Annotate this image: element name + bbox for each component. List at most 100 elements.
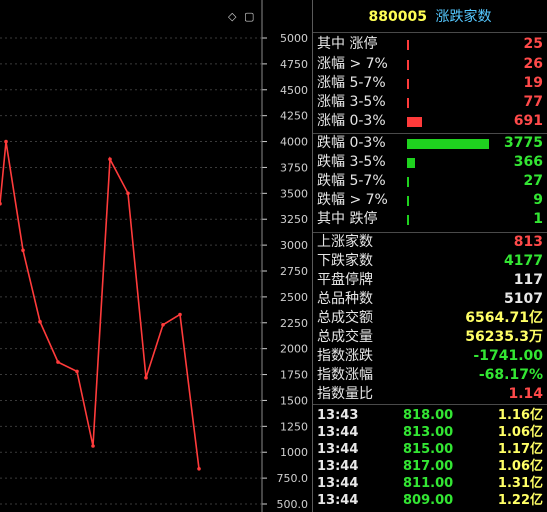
stat-label: 跌幅 5-7% [317, 173, 386, 189]
stat-row: 跌幅 0-3% 3775 [317, 134, 545, 153]
stat-row: 涨幅 > 7% 26 [317, 55, 545, 74]
tick-price: 818.00 [403, 408, 454, 423]
data-point [56, 360, 60, 364]
y-tick-label: 4000 [280, 136, 308, 149]
stat-value: 26 [523, 56, 543, 72]
separator [313, 32, 547, 33]
stat-label: 跌幅 0-3% [317, 135, 386, 151]
stat-value: 27 [523, 173, 543, 189]
summary-row: 总成交量 56235.3万 [317, 328, 545, 347]
index-code: 880005 [368, 9, 427, 25]
summary-value: -68.17% [478, 367, 543, 383]
stat-label: 其中 涨停 [317, 36, 378, 52]
summary-label: 平盘停牌 [317, 272, 373, 288]
stat-value: 9 [533, 192, 543, 208]
tick-amount: 1.06亿 [497, 425, 543, 440]
data-point [75, 369, 79, 374]
data-point [126, 191, 130, 196]
tick-row: 13:44 809.00 1.22亿 [317, 492, 545, 510]
stat-value: 25 [523, 36, 543, 52]
chart-toolbar-icons: ◇ ▢ [228, 10, 254, 23]
y-tick-label: 2750 [280, 265, 308, 278]
stat-label: 其中 跌停 [317, 211, 378, 227]
stat-bar [407, 117, 422, 127]
y-tick-label: 1250 [280, 420, 308, 433]
stat-value: 366 [513, 154, 543, 170]
tick-row: 13:44 811.00 1.31亿 [317, 475, 545, 493]
stat-row: 涨幅 5-7% 19 [317, 74, 545, 93]
stat-label: 涨幅 0-3% [317, 113, 386, 129]
data-point [38, 319, 42, 324]
summary-row: 下跌家数 4177 [317, 252, 545, 271]
tick-time: 13:44 [317, 459, 359, 474]
diamond-icon[interactable]: ◇ [228, 10, 236, 23]
summary-label: 总品种数 [317, 291, 373, 307]
stat-bar [407, 98, 409, 108]
y-tick-label: 5000 [280, 32, 308, 45]
stat-value: 1 [533, 211, 543, 227]
series-line [0, 141, 200, 469]
summary-row: 指数量比 1.14 [317, 385, 545, 404]
summary-value: 117 [513, 272, 543, 288]
summary-value: -1741.00 [473, 348, 543, 364]
stat-row: 涨幅 0-3% 691 [317, 112, 545, 131]
y-tick-label: 750.0 [277, 472, 309, 485]
summary-value: 1.14 [508, 386, 543, 402]
tick-price: 809.00 [403, 493, 454, 508]
data-point [197, 467, 201, 471]
separator [313, 404, 547, 405]
y-axis-ticks: 5000 4750 4500 4250 4000 3750 3500 3250 3000 2750… [261, 0, 309, 512]
summary-row: 指数涨幅 -68.17% [317, 366, 545, 385]
y-tick-label: 2250 [280, 317, 308, 330]
data-point [4, 139, 8, 144]
stat-row: 跌幅 3-5% 366 [317, 153, 545, 172]
tick-row: 13:43 818.00 1.16亿 [317, 407, 545, 425]
stat-value: 77 [523, 94, 543, 110]
tick-time: 13:44 [317, 442, 359, 457]
stat-bar [407, 196, 409, 206]
stat-bar [407, 158, 415, 168]
trend-chart[interactable]: 5000 4750 4500 4250 4000 3750 3500 3250 3000 2750… [0, 0, 312, 512]
stat-bar [407, 79, 409, 89]
y-tick-label: 3750 [280, 161, 308, 174]
summary-label: 上涨家数 [317, 234, 373, 250]
index-name: 涨跌家数 [435, 9, 492, 25]
summary-row: 总成交额 6564.71亿 [317, 309, 545, 328]
y-tick-label: 1750 [280, 369, 308, 382]
data-point [91, 444, 95, 448]
chart-line [0, 139, 201, 471]
window-icon[interactable]: ▢ [244, 10, 254, 23]
data-point [144, 375, 148, 380]
stat-bar [407, 60, 409, 70]
stat-value: 691 [513, 113, 543, 129]
summary-label: 指数量比 [317, 386, 373, 402]
y-tick-label: 2000 [280, 343, 308, 356]
stat-bar [407, 40, 409, 50]
y-tick-label: 3250 [280, 213, 308, 226]
data-point [178, 312, 182, 317]
y-tick-label: 4250 [280, 110, 308, 123]
tick-row: 13:44 815.00 1.17亿 [317, 441, 545, 459]
y-tick-label: 4750 [280, 58, 308, 71]
summary-row: 总品种数 5107 [317, 290, 545, 309]
tick-price: 813.00 [403, 425, 454, 440]
tick-price: 811.00 [403, 476, 454, 491]
data-point [0, 201, 2, 206]
stat-value: 3775 [504, 135, 543, 151]
stat-bar [407, 177, 409, 187]
y-tick-label: 4500 [280, 84, 308, 97]
summary-value: 6564.71亿 [465, 310, 543, 326]
tick-time: 13:44 [317, 425, 359, 440]
summary-label: 指数涨幅 [317, 367, 373, 383]
summary-value: 56235.3万 [465, 329, 543, 345]
stat-label: 跌幅 3-5% [317, 154, 386, 170]
tick-amount: 1.22亿 [497, 493, 543, 508]
stat-label: 跌幅 > 7% [317, 192, 388, 208]
stat-bar [407, 139, 489, 149]
stat-label: 涨幅 3-5% [317, 94, 386, 110]
summary-label: 总成交额 [317, 310, 373, 326]
summary-value: 4177 [504, 253, 543, 269]
summary-row: 上涨家数 813 [317, 233, 545, 252]
tick-amount: 1.17亿 [497, 442, 543, 457]
y-tick-label: 3000 [280, 239, 308, 252]
